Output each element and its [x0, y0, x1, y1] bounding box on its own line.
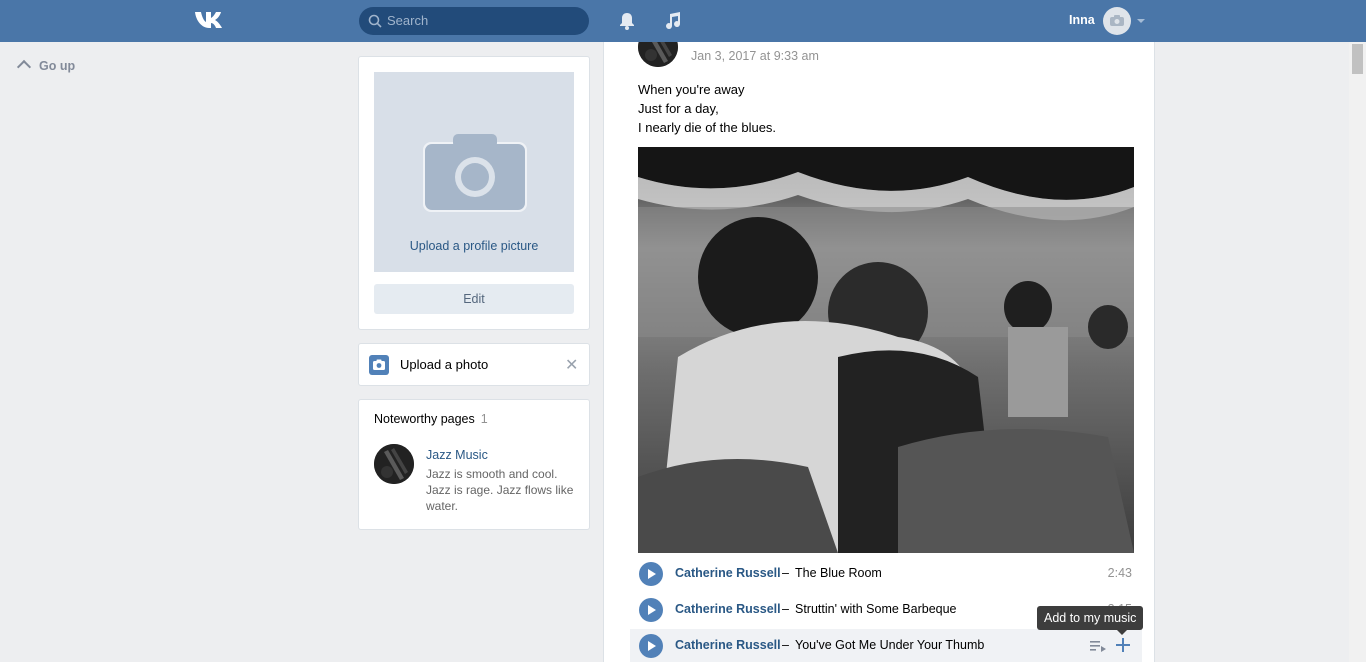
track-separator: – [782, 638, 789, 652]
camera-icon [423, 134, 527, 212]
photo-camera-icon [369, 355, 389, 375]
noteworthy-title[interactable]: Noteworthy pages 1 [374, 412, 488, 426]
vk-logo-icon[interactable] [193, 9, 227, 31]
track-artist[interactable]: Catherine Russell [675, 566, 781, 580]
track-separator: – [782, 602, 789, 616]
add-to-playlist-icon[interactable] [1090, 639, 1106, 653]
post-photo[interactable] [638, 147, 1134, 553]
upload-photo-label: Upload a photo [400, 357, 489, 372]
profile-photo-placeholder[interactable]: Upload a profile picture [374, 72, 574, 272]
chevron-down-icon[interactable] [1137, 19, 1145, 23]
search-icon [368, 14, 382, 28]
post-text-line: I nearly die of the blues. [638, 120, 777, 135]
noteworthy-title-label: Noteworthy pages [374, 412, 475, 426]
track-separator: – [782, 566, 789, 580]
track-duration: 2:43 [1107, 566, 1132, 580]
noteworthy-count: 1 [480, 412, 488, 426]
scrollbar-thumb[interactable] [1352, 44, 1363, 74]
track-title: You've Got Me Under Your Thumb [795, 638, 985, 652]
jazz-music-avatar[interactable] [374, 444, 414, 484]
noteworthy-pages-card: Noteworthy pages 1 Jazz Music Jazz is smo… [358, 399, 590, 530]
upload-profile-picture-link[interactable]: Upload a profile picture [374, 239, 574, 253]
track-artist[interactable]: Catherine Russell [675, 602, 781, 616]
post-text: When you're away Just for a day, I nearl… [638, 80, 776, 137]
track-artist[interactable]: Catherine Russell [675, 638, 781, 652]
track-title: The Blue Room [795, 566, 882, 580]
profile-photo-card: Upload a profile picture Edit [358, 56, 590, 330]
search-input[interactable]: Search [359, 7, 589, 35]
camera-icon [1110, 15, 1124, 26]
audio-track[interactable]: Catherine Russell – You've Got Me Under … [630, 629, 1142, 662]
play-icon[interactable] [639, 562, 663, 586]
track-title: Struttin' with Some Barbeque [795, 602, 957, 616]
search-placeholder: Search [387, 13, 429, 28]
upload-photo-card[interactable]: Upload a photo ✕ [358, 343, 590, 386]
noteworthy-page-description: Jazz is smooth and cool. Jazz is rage. J… [426, 467, 574, 513]
post-card: Jazz Music Jan 3, 2017 at 9:33 am When y… [603, 0, 1155, 662]
top-navigation-bar: Search Inna [0, 0, 1366, 42]
bell-icon[interactable] [617, 11, 637, 31]
user-avatar[interactable] [1103, 7, 1131, 35]
username-label[interactable]: Inna [1069, 13, 1095, 27]
audio-track[interactable]: Catherine Russell – The Blue Room 2:43 [630, 557, 1142, 591]
add-icon[interactable] [1116, 638, 1130, 652]
play-icon[interactable] [639, 598, 663, 622]
chevron-up-icon [16, 59, 32, 75]
track-tools [1090, 638, 1132, 654]
play-icon[interactable] [639, 634, 663, 658]
go-up-label: Go up [39, 59, 76, 73]
page-scrollbar[interactable] [1349, 42, 1366, 662]
close-icon[interactable]: ✕ [565, 355, 578, 375]
go-up-button[interactable]: Go up [16, 59, 76, 75]
add-to-my-music-tooltip: Add to my music [1037, 606, 1144, 635]
edit-button[interactable]: Edit [374, 284, 574, 314]
post-text-line: When you're away [638, 82, 745, 97]
music-note-icon[interactable] [663, 11, 683, 31]
post-text-line: Just for a day, [638, 101, 719, 116]
noteworthy-page-name[interactable]: Jazz Music [426, 448, 488, 462]
post-date[interactable]: Jan 3, 2017 at 9:33 am [691, 49, 819, 63]
